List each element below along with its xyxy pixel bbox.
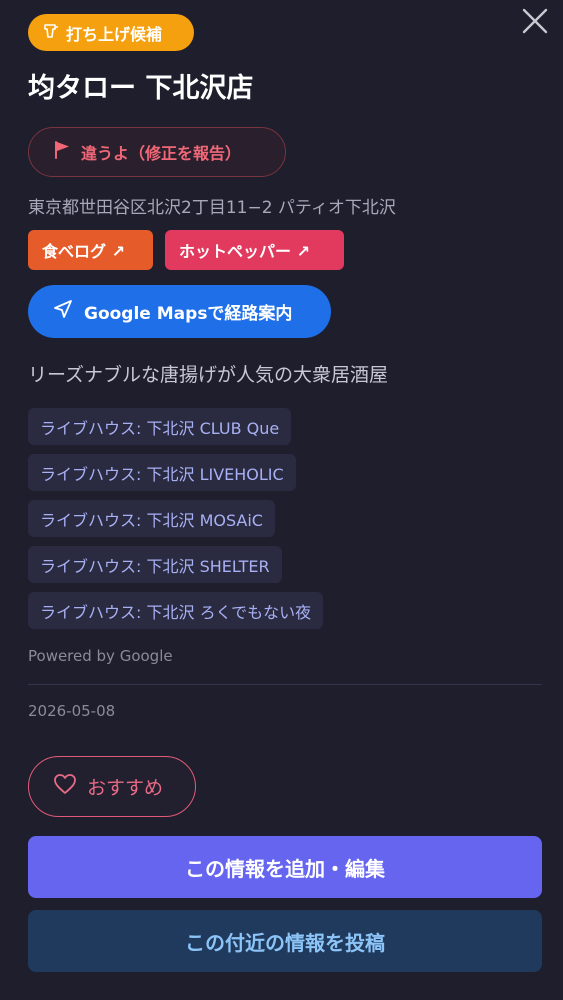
recommend-button[interactable]: おすすめ bbox=[28, 756, 196, 817]
external-links: 食べログ ↗ ホットペッパー ↗ bbox=[28, 230, 344, 270]
venue-tag[interactable]: ライブハウス: 下北沢 ろくでもない夜 bbox=[28, 592, 324, 629]
heart-icon bbox=[53, 773, 77, 800]
recommend-label: おすすめ bbox=[87, 777, 164, 799]
date-text: 2026-05-08 bbox=[28, 702, 116, 720]
spot-detail-panel: 打ち上げ候補 均タロー 下北沢店 違うよ（修正を報告） 東京都世田谷区北沢2丁目… bbox=[0, 0, 563, 1000]
google-maps-route-button[interactable]: Google Mapsで経路案内 bbox=[28, 285, 331, 338]
tabelog-link[interactable]: 食べログ ↗ bbox=[28, 230, 153, 270]
report-label: 違うよ（修正を報告） bbox=[81, 144, 242, 163]
place-title: 均タロー 下北沢店 bbox=[28, 73, 254, 104]
address-text: 東京都世田谷区北沢2丁目11−2 パティオ下北沢 bbox=[28, 198, 396, 218]
post-nearby-info-button[interactable]: この付近の情報を投稿 bbox=[28, 910, 542, 972]
maps-label: Google Mapsで経路案内 bbox=[84, 304, 293, 324]
nearby-venue-tags: ライブハウス: 下北沢 CLUB Que ライブハウス: 下北沢 LIVEHOL… bbox=[28, 408, 324, 638]
badge-label: 打ち上げ候補 bbox=[66, 24, 163, 44]
add-edit-info-button[interactable]: この情報を追加・編集 bbox=[28, 836, 542, 898]
venue-tag[interactable]: ライブハウス: 下北沢 LIVEHOLIC bbox=[28, 454, 296, 491]
venue-tag[interactable]: ライブハウス: 下北沢 MOSAiC bbox=[28, 500, 275, 537]
party-cannon-icon bbox=[42, 22, 60, 44]
report-correction-button[interactable]: 違うよ（修正を報告） bbox=[28, 127, 286, 177]
navigation-arrow-icon bbox=[52, 298, 74, 325]
place-description: リーズナブルな唐揚げが人気の大衆居酒屋 bbox=[28, 364, 389, 386]
venue-tag[interactable]: ライブハウス: 下北沢 SHELTER bbox=[28, 546, 282, 583]
divider bbox=[28, 684, 542, 685]
flag-icon bbox=[53, 140, 71, 164]
google-attribution: Powered by Google bbox=[28, 647, 173, 665]
category-badge: 打ち上げ候補 bbox=[28, 14, 194, 51]
close-button[interactable] bbox=[520, 8, 550, 38]
hotpepper-link[interactable]: ホットペッパー ↗ bbox=[165, 230, 344, 270]
close-icon bbox=[522, 8, 548, 38]
venue-tag[interactable]: ライブハウス: 下北沢 CLUB Que bbox=[28, 408, 292, 445]
